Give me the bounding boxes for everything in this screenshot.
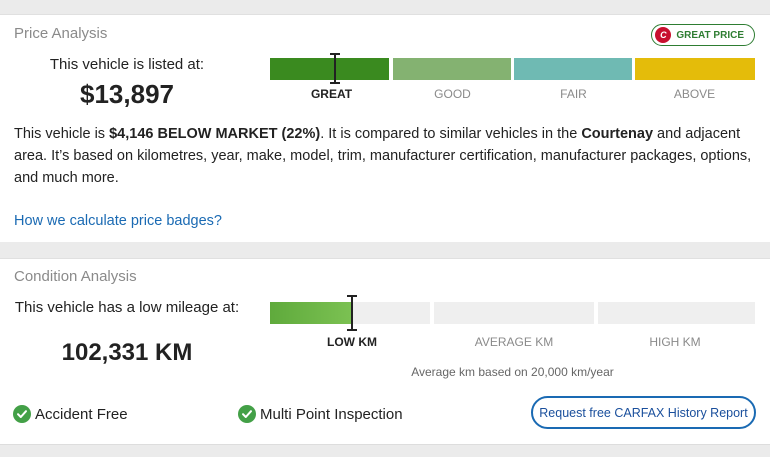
km-marker xyxy=(347,295,357,331)
top-strip xyxy=(0,0,770,14)
listed-price: $13,897 xyxy=(80,79,174,109)
desc-part1: This vehicle is xyxy=(14,126,110,142)
desc-location: Courtenay xyxy=(581,126,654,142)
price-seg-good xyxy=(393,58,511,80)
inspection-label: Multi Point Inspection xyxy=(260,405,403,423)
price-badges-link[interactable]: How we calculate price badges? xyxy=(14,213,222,229)
carfax-report-button[interactable]: Request free CARFAX History Report xyxy=(531,396,756,429)
mileage-value: 102,331 KM xyxy=(61,339,193,366)
price-label-above: ABOVE xyxy=(673,87,716,101)
carfax-logo-icon: C xyxy=(655,27,672,43)
price-seg-great xyxy=(270,58,389,80)
accident-free-label: Accident Free xyxy=(35,405,128,423)
price-analysis-card: Price Analysis C GREAT PRICE This vehicl… xyxy=(0,14,770,242)
great-price-badge: C GREAT PRICE xyxy=(651,24,755,46)
check-circle-icon xyxy=(13,405,31,423)
price-marker xyxy=(330,53,340,84)
price-seg-above xyxy=(635,58,755,80)
km-seg-average xyxy=(434,302,594,324)
accident-free-item: Accident Free xyxy=(13,405,128,423)
km-seg-high xyxy=(598,302,755,324)
price-seg-fair xyxy=(514,58,632,80)
km-label-average: AVERAGE KM xyxy=(474,335,554,349)
price-scale xyxy=(270,53,755,84)
price-description: This vehicle is $4,146 BELOW MARKET (22%… xyxy=(14,123,754,189)
desc-below-market: $4,146 BELOW MARKET (22%) xyxy=(109,126,321,142)
inspection-item: Multi Point Inspection xyxy=(238,405,403,423)
price-label-fair: FAIR xyxy=(560,87,587,101)
mileage-label: This vehicle has a low mileage at: xyxy=(14,299,240,316)
price-label-good: GOOD xyxy=(434,87,471,101)
km-note: Average km based on 20,000 km/year xyxy=(411,365,614,379)
price-analysis-title: Price Analysis xyxy=(14,25,108,42)
check-circle-icon xyxy=(238,405,256,423)
listed-label: This vehicle is listed at: xyxy=(49,56,205,73)
km-label-high: HIGH KM xyxy=(649,335,701,349)
desc-part2: . It is compared to similar vehicles in … xyxy=(320,126,582,142)
km-seg-low-fill xyxy=(270,302,351,324)
km-scale xyxy=(270,295,755,331)
badge-label: GREAT PRICE xyxy=(676,29,744,41)
condition-analysis-title: Condition Analysis xyxy=(14,268,137,285)
bottom-strip xyxy=(0,444,770,457)
condition-analysis-card: Condition Analysis This vehicle has a lo… xyxy=(0,258,770,444)
price-label-great: GREAT xyxy=(310,87,353,101)
km-label-low: LOW KM xyxy=(327,335,377,349)
